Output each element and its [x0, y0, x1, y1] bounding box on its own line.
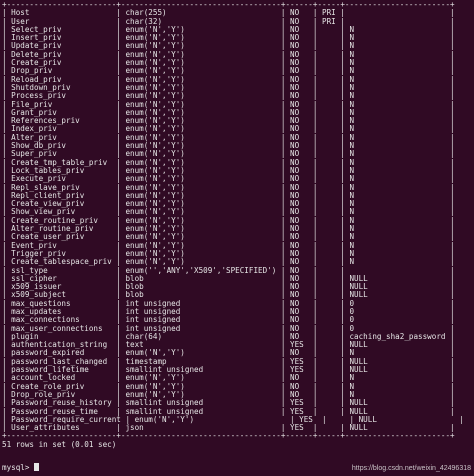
terminal-window[interactable]: +------------------------+--------------… [0, 0, 474, 476]
watermark: https://blog.csdn.net/weixin_42496318 [351, 465, 471, 472]
text-cursor [34, 463, 40, 471]
mysql-prompt: mysql> [2, 463, 30, 472]
result-summary: 51 rows in set (0.01 sec) [2, 439, 117, 449]
query-output: +------------------------+--------------… [2, 0, 464, 449]
prompt-line[interactable]: mysql> [2, 463, 40, 472]
